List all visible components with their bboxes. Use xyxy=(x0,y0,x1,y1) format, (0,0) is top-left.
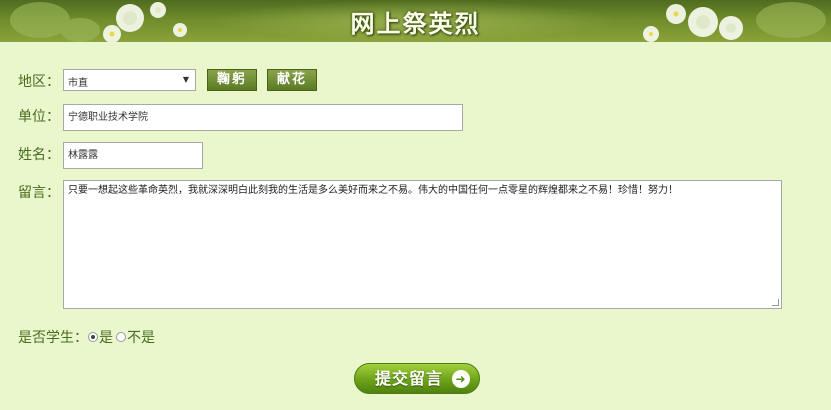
radio-no[interactable] xyxy=(116,332,126,342)
message-label: 留言： xyxy=(18,185,60,201)
header-banner: 网上祭英烈 xyxy=(0,0,831,42)
unit-label: 单位： xyxy=(18,109,60,125)
arrow-right-icon: ➜ xyxy=(452,370,470,388)
student-label: 是否学生： xyxy=(18,330,88,346)
message-text: 只要一想起这些革命英烈，我就深深明白此刻我的生活是多么美好而来之不易。伟大的中国… xyxy=(68,185,678,196)
chevron-down-icon: ▼ xyxy=(182,75,189,84)
name-label: 姓名： xyxy=(18,147,60,163)
region-label: 地区： xyxy=(18,74,60,90)
name-input[interactable]: 林露露 xyxy=(63,142,203,169)
resize-handle-icon[interactable] xyxy=(772,299,779,306)
student-question: 是否学生： 是不是 xyxy=(18,327,155,347)
offer-flower-button[interactable]: 献花 xyxy=(267,69,317,91)
unit-input[interactable]: 宁德职业技术学院 xyxy=(63,104,463,131)
bow-button[interactable]: 鞠躬 xyxy=(207,69,257,91)
radio-yes[interactable] xyxy=(88,332,98,342)
submit-label: 提交留言 xyxy=(375,369,444,388)
submit-message-button[interactable]: 提交留言 ➜ xyxy=(354,363,480,394)
flower-decoration-icon xyxy=(643,2,826,42)
radio-yes-label[interactable]: 是 xyxy=(99,330,113,346)
radio-no-label[interactable]: 不是 xyxy=(127,330,155,346)
region-selected-value: 市直 xyxy=(68,78,88,89)
banner-flowers-right xyxy=(631,0,831,42)
message-textarea[interactable]: 只要一想起这些革命英烈，我就深深明白此刻我的生活是多么美好而来之不易。伟大的中国… xyxy=(63,180,782,309)
region-select[interactable]: 市直 ▼ xyxy=(63,69,196,91)
